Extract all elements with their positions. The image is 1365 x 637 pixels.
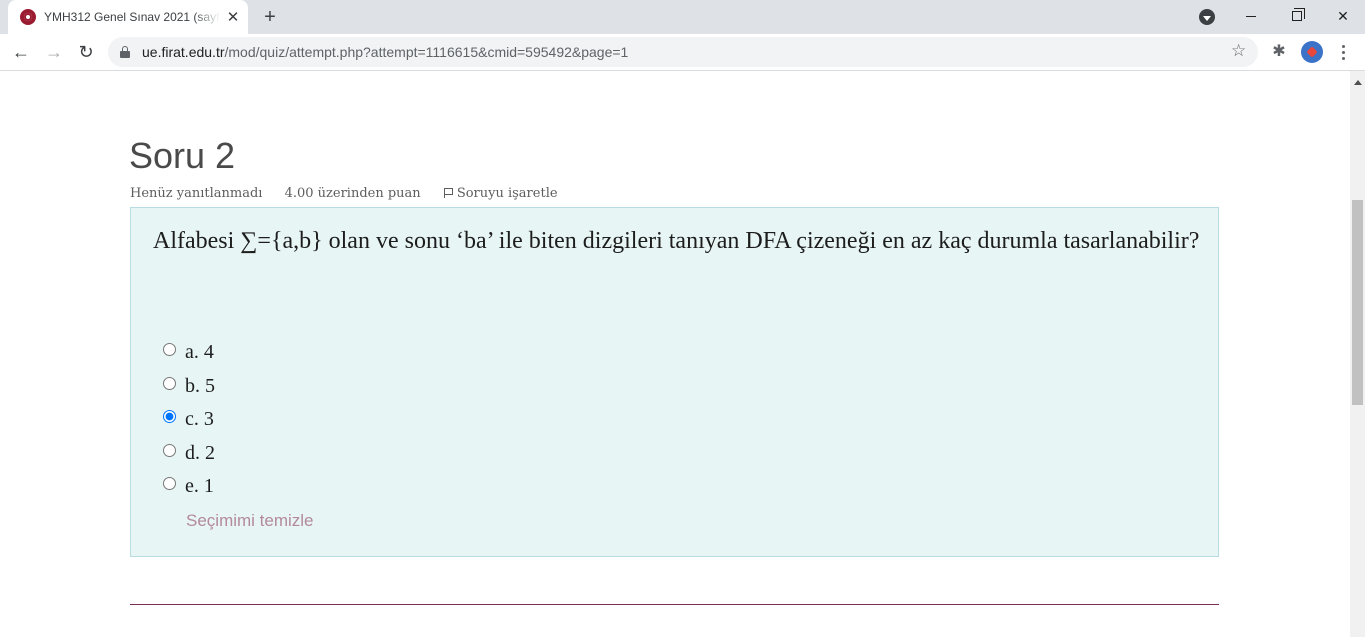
back-arrow-icon[interactable]: ←	[7, 38, 35, 66]
restore-icon	[1292, 8, 1305, 21]
question-text: Alfabesi ∑={a,b} olan ve sonu ‘ba’ ile b…	[153, 228, 1200, 254]
answer-radio-a[interactable]	[163, 343, 176, 356]
answer-radio-b[interactable]	[163, 376, 176, 390]
browser-tab[interactable]: YMH312 Genel Sınav 2021 (sayfa ✕	[8, 0, 248, 34]
answer-label-a[interactable]: a. 4	[185, 341, 214, 364]
lock-icon[interactable]	[120, 46, 130, 58]
site-favicon-icon	[20, 9, 36, 25]
answer-label-b[interactable]: b. 5	[185, 375, 215, 398]
url-path: /mod/quiz/attempt.php?attempt=1116615&cm…	[224, 44, 629, 60]
close-window-button[interactable]: ✕	[1320, 0, 1365, 32]
tab-strip: YMH312 Genel Sınav 2021 (sayfa ✕ + ✕	[0, 0, 1365, 34]
question-points: 4.00 üzerinden puan	[284, 186, 421, 201]
page-viewport: Soru 2 Henüz yanıtlanmadı 4.00 üzerinden…	[0, 71, 1350, 637]
browser-menu-icon[interactable]	[1334, 42, 1352, 62]
address-bar[interactable]: ue.firat.edu.tr/mod/quiz/attempt.php?att…	[108, 37, 1258, 67]
page-scrollbar[interactable]	[1350, 71, 1365, 637]
answer-label-e[interactable]: e. 1	[185, 475, 214, 498]
bookmark-star-icon[interactable]: ☆	[1231, 41, 1246, 61]
tab-search-icon[interactable]	[1199, 9, 1215, 25]
minimize-button[interactable]	[1228, 0, 1274, 32]
scroll-up-arrow-icon[interactable]	[1350, 73, 1365, 85]
profile-avatar[interactable]	[1301, 41, 1323, 63]
answer-radio-e[interactable]	[163, 477, 176, 490]
flag-question-link[interactable]: Soruyu işaretle	[443, 186, 558, 201]
scroll-thumb[interactable]	[1352, 200, 1363, 405]
flag-question-label: Soruyu işaretle	[456, 186, 558, 201]
flag-icon	[443, 187, 453, 198]
question-status: Henüz yanıtlanmadı	[130, 186, 263, 201]
question-info: Henüz yanıtlanmadı 4.00 üzerinden puan S…	[130, 186, 576, 201]
forward-arrow-icon[interactable]: →	[40, 38, 68, 66]
reload-icon[interactable]: ↻	[72, 38, 100, 66]
answer-radio-c[interactable]	[163, 410, 176, 423]
clear-choice-link[interactable]: Seçimimi temizle	[186, 511, 314, 531]
answer-label-c[interactable]: c. 3	[185, 408, 214, 431]
restore-button[interactable]	[1274, 0, 1320, 32]
section-divider	[130, 604, 1219, 605]
extensions-puzzle-icon[interactable]: ✱	[1270, 42, 1288, 60]
question-content-box: Alfabesi ∑={a,b} olan ve sonu ‘ba’ ile b…	[130, 207, 1219, 557]
answer-radio-d[interactable]	[163, 443, 176, 457]
close-tab-icon[interactable]: ✕	[224, 8, 242, 26]
minimize-icon	[1246, 15, 1256, 17]
browser-toolbar: ← → ↻ ue.firat.edu.tr/mod/quiz/attempt.p…	[0, 34, 1365, 71]
new-tab-button[interactable]: +	[258, 5, 282, 29]
url-text[interactable]: ue.firat.edu.tr/mod/quiz/attempt.php?att…	[142, 44, 628, 60]
answer-label-d[interactable]: d. 2	[185, 442, 215, 465]
tab-title: YMH312 Genel Sınav 2021 (sayfa	[44, 10, 220, 24]
question-number: Soru 2	[129, 135, 236, 176]
url-host: ue.firat.edu.tr	[142, 44, 225, 60]
